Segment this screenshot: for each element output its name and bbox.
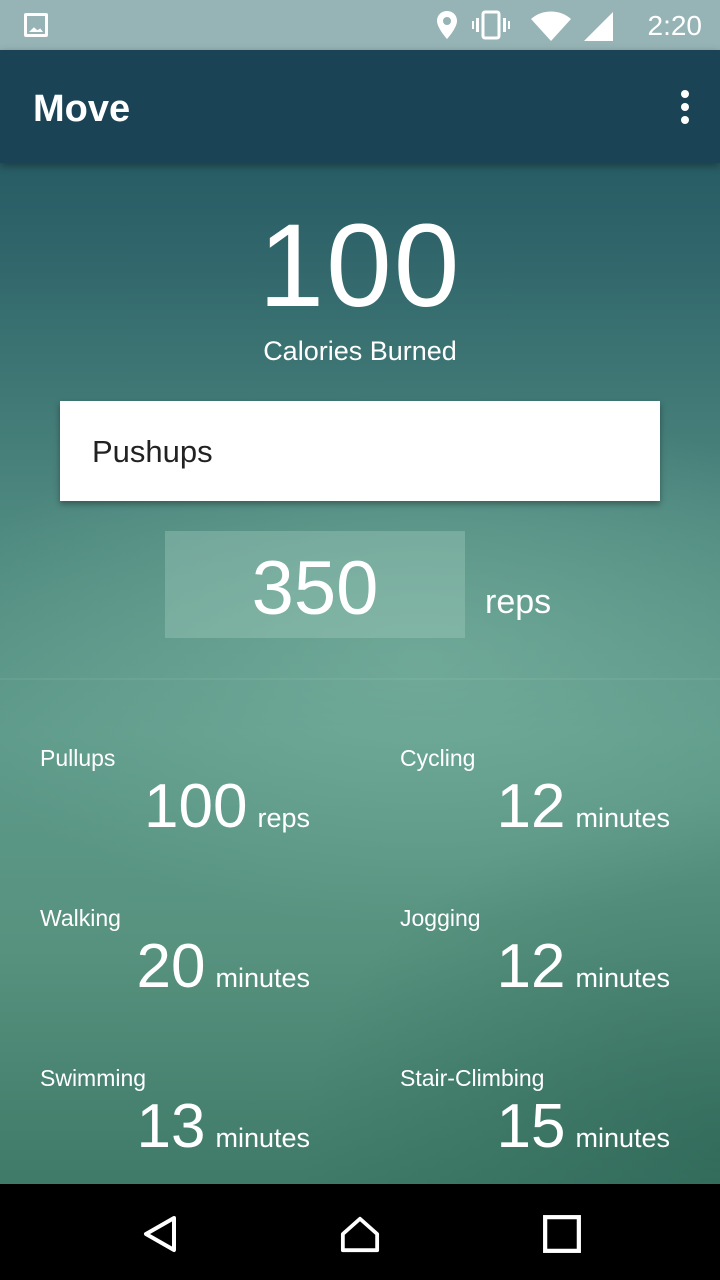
equivalent-unit: minutes bbox=[575, 803, 670, 833]
equivalent-unit: minutes bbox=[575, 963, 670, 993]
equivalent-value: 12 bbox=[496, 932, 566, 1001]
calories-value: 100 bbox=[258, 200, 462, 332]
equivalent-item: Jogging 12 minutes bbox=[360, 905, 720, 1055]
amount-value: 350 bbox=[251, 546, 379, 631]
image-icon bbox=[24, 13, 48, 37]
equivalent-item: Pullups 100 reps bbox=[0, 745, 360, 895]
equivalent-item: Walking 20 minutes bbox=[0, 905, 360, 1055]
equivalent-name: Walking bbox=[40, 905, 121, 931]
equivalent-value: 13 bbox=[136, 1092, 206, 1161]
overflow-menu-icon[interactable] bbox=[680, 90, 690, 124]
location-icon bbox=[437, 11, 457, 39]
equivalent-item: Cycling 12 minutes bbox=[360, 745, 720, 895]
exercise-select-value: Pushups bbox=[92, 434, 213, 469]
navigation-bar bbox=[0, 1184, 720, 1280]
divider bbox=[0, 678, 720, 680]
equivalent-value: 12 bbox=[496, 772, 566, 841]
equivalent-value: 100 bbox=[144, 772, 248, 841]
recents-icon[interactable] bbox=[542, 1214, 582, 1254]
equivalent-unit: minutes bbox=[215, 963, 310, 993]
app-bar: Move bbox=[0, 50, 720, 163]
amount-unit: reps bbox=[485, 583, 552, 621]
equivalent-unit: minutes bbox=[215, 1123, 310, 1153]
vibrate-icon bbox=[472, 10, 510, 40]
equivalent-name: Jogging bbox=[400, 905, 481, 931]
equivalent-name: Cycling bbox=[400, 745, 476, 771]
wifi-icon bbox=[531, 11, 571, 41]
equivalent-value: 15 bbox=[496, 1092, 566, 1161]
calories-label: Calories Burned bbox=[263, 336, 457, 366]
status-bar: 2:20 bbox=[0, 0, 720, 50]
back-icon[interactable] bbox=[140, 1214, 180, 1254]
equivalent-name: Swimming bbox=[40, 1065, 147, 1091]
status-time: 2:20 bbox=[647, 10, 703, 41]
equivalent-value: 20 bbox=[136, 932, 206, 1001]
equivalent-name: Pullups bbox=[40, 745, 116, 771]
equivalent-name: Stair-Climbing bbox=[400, 1065, 545, 1091]
home-icon[interactable] bbox=[340, 1214, 380, 1254]
equivalent-unit: minutes bbox=[575, 1123, 670, 1153]
equivalent-unit: reps bbox=[257, 803, 310, 833]
app-title: Move bbox=[33, 88, 131, 130]
amount-input[interactable]: 350 bbox=[165, 531, 465, 638]
exercise-select[interactable]: Pushups bbox=[60, 401, 660, 501]
signal-icon bbox=[584, 12, 613, 41]
